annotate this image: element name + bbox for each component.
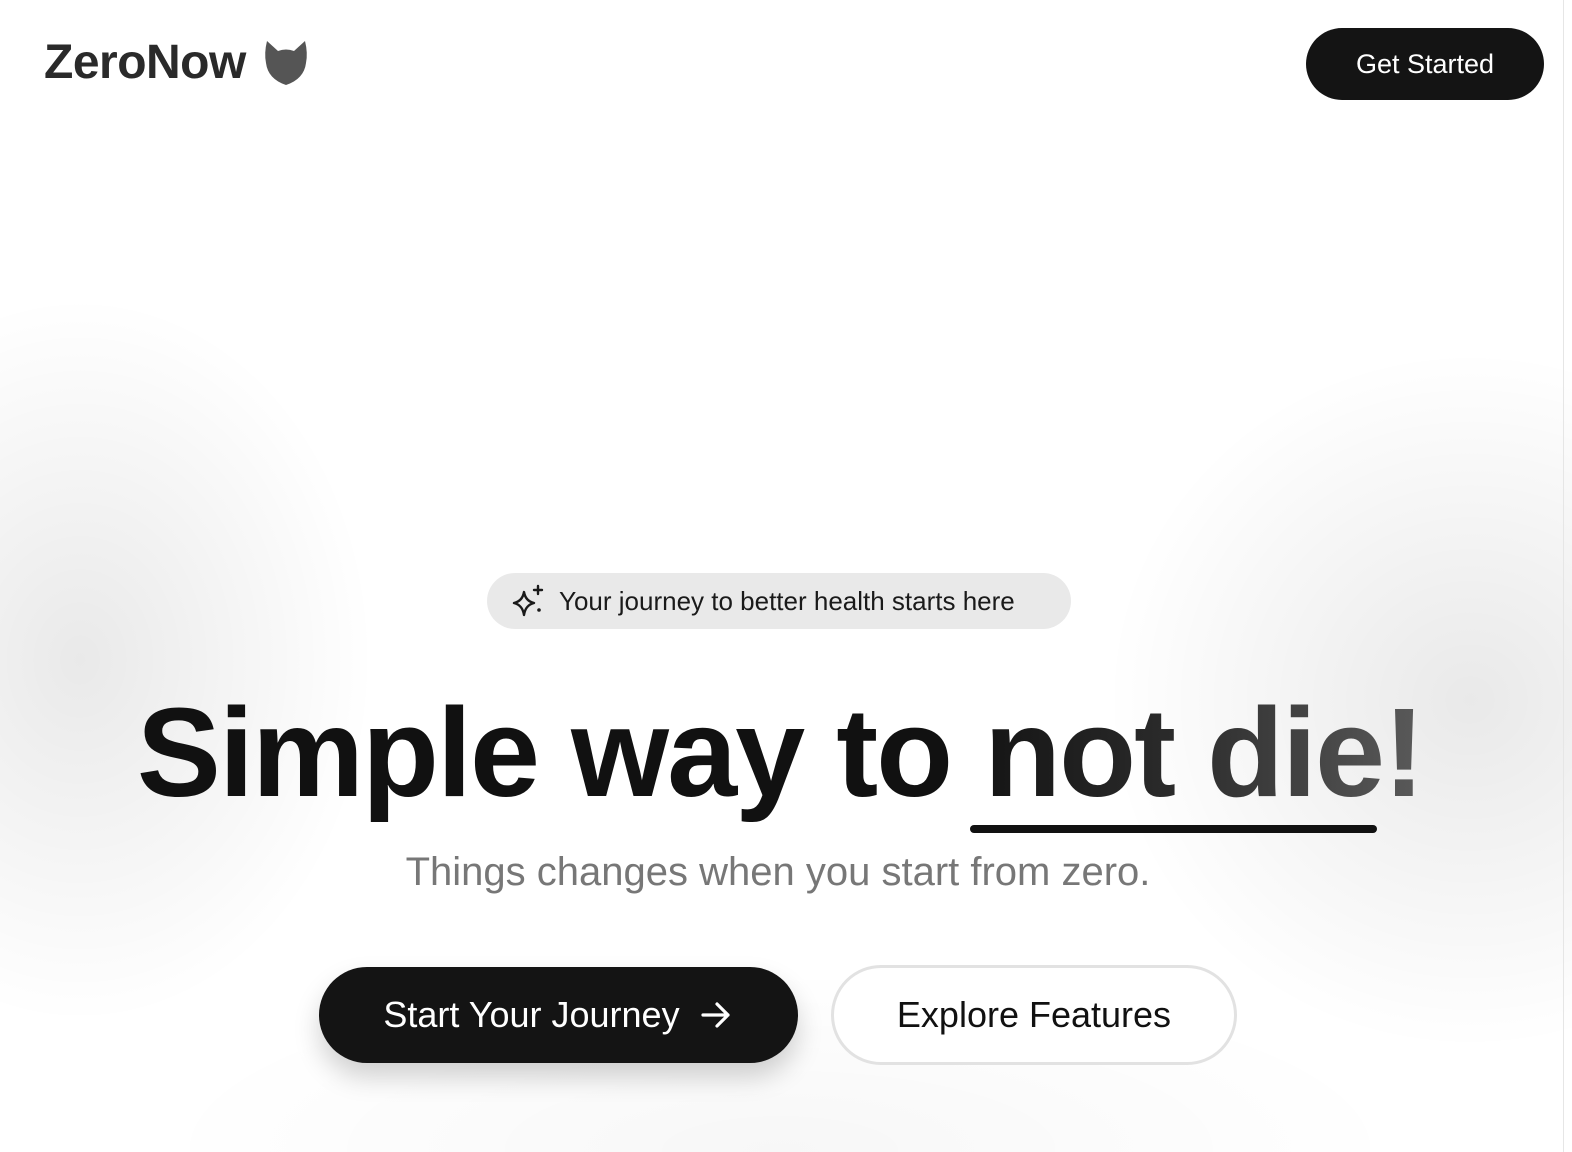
headline-prefix: Simple way to [136, 682, 985, 823]
explore-features-button[interactable]: Explore Features [831, 965, 1237, 1065]
headline-accent: not die! [984, 682, 1425, 823]
get-started-button[interactable]: Get Started [1306, 28, 1544, 100]
sparkles-icon [511, 584, 545, 618]
start-journey-button[interactable]: Start Your Journey [319, 967, 798, 1063]
start-journey-label: Start Your Journey [383, 994, 680, 1035]
badge-text: Your journey to better health starts her… [559, 585, 1015, 616]
brand-logo[interactable]: ZeroNow [44, 34, 308, 92]
hero-badge: Your journey to better health starts her… [487, 573, 1071, 629]
cat-icon [264, 39, 308, 87]
headline-underline [970, 825, 1377, 833]
hero-subtitle: Things changes when you start from zero. [405, 850, 1151, 894]
page-edge-divider [1563, 0, 1564, 1152]
site-header: ZeroNow Get Started [0, 0, 1572, 128]
brand-name: ZeroNow [44, 36, 246, 89]
hero-headline: Simple way to not die! [0, 688, 1560, 818]
arrow-right-icon [698, 997, 734, 1033]
